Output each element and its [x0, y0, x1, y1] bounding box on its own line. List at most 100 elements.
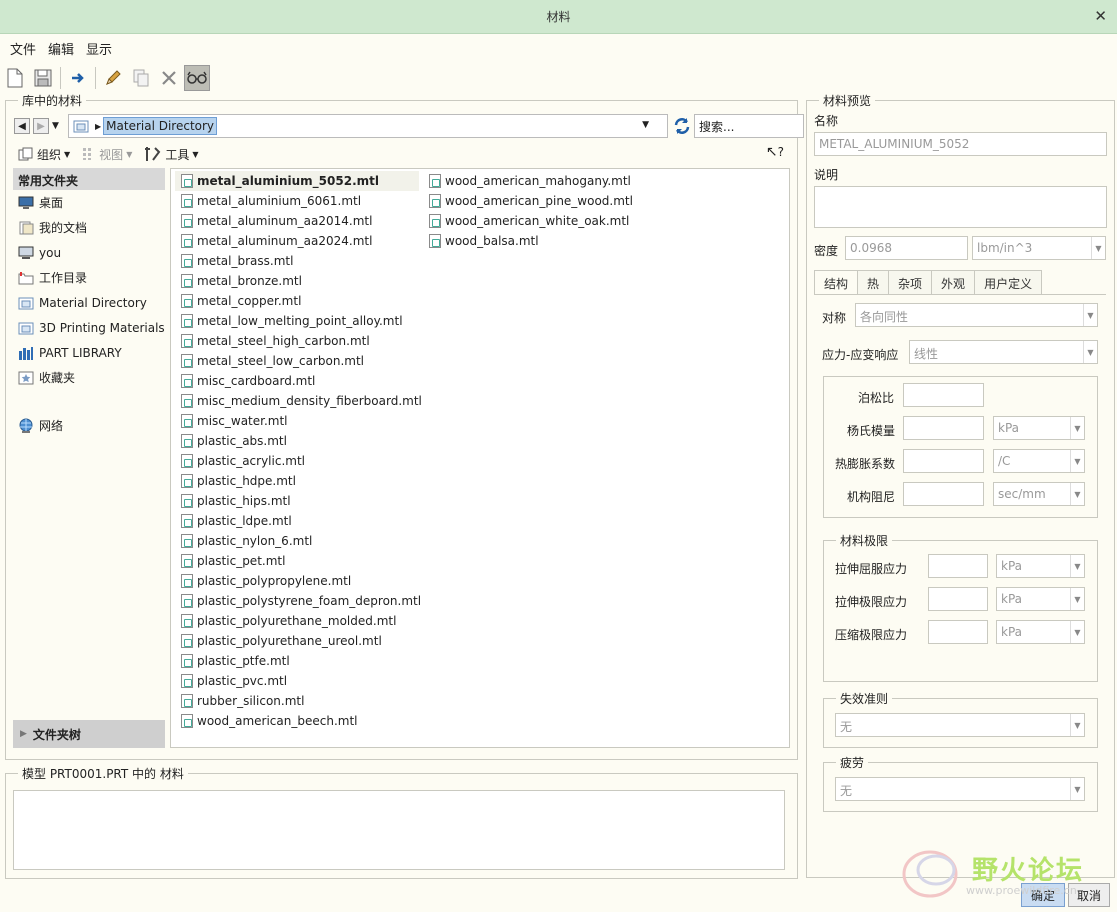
stress-strain-select[interactable]: 线性 ▼ — [909, 340, 1098, 364]
search-input[interactable]: 搜索... — [694, 114, 804, 138]
thermal-unit-select[interactable]: /C ▼ — [993, 449, 1085, 473]
menu-view[interactable]: 显示 — [80, 39, 118, 58]
damping-field[interactable] — [903, 482, 984, 506]
close-icon[interactable]: ✕ — [1094, 7, 1107, 25]
file-item[interactable]: plastic_ptfe.mtl — [175, 651, 419, 671]
file-list[interactable]: metal_aluminium_5052.mtl metal_aluminium_… — [170, 168, 790, 748]
sidebar-item-part-library[interactable]: PART LIBRARY — [13, 340, 165, 365]
edit-pencil-icon[interactable] — [100, 65, 126, 91]
preview-glasses-icon[interactable] — [184, 65, 210, 91]
tab-misc[interactable]: 杂项 — [888, 270, 933, 294]
thermal-expansion-field[interactable] — [903, 449, 984, 473]
delete-icon[interactable] — [156, 65, 182, 91]
tab-appearance[interactable]: 外观 — [931, 270, 976, 294]
file-item[interactable]: wood_american_pine_wood.mtl — [423, 191, 683, 211]
tensile-ultimate-field[interactable] — [928, 587, 988, 611]
file-item[interactable]: plastic_polyurethane_ureol.mtl — [175, 631, 419, 651]
youngs-unit-value: kPa — [998, 421, 1019, 435]
tensile-ultimate-label: 拉伸极限应力 — [835, 595, 908, 609]
address-text[interactable]: Material Directory — [103, 117, 218, 135]
file-item[interactable]: wood_american_mahogany.mtl — [423, 171, 683, 191]
history-dropdown-icon[interactable]: ▼ — [52, 121, 59, 131]
sidebar-item-desktop[interactable]: 桌面 — [13, 190, 165, 215]
file-item[interactable]: metal_aluminium_6061.mtl — [175, 191, 419, 211]
menu-file[interactable]: 文件 — [4, 39, 42, 58]
copy-icon[interactable] — [128, 65, 154, 91]
name-field[interactable]: METAL_ALUMINIUM_5052 — [814, 132, 1107, 156]
youngs-modulus-field[interactable] — [903, 416, 984, 440]
new-file-icon[interactable] — [2, 65, 28, 91]
file-item[interactable]: plastic_polypropylene.mtl — [175, 571, 419, 591]
address-dropdown-icon[interactable]: ▼ — [642, 120, 649, 130]
description-field[interactable] — [814, 186, 1107, 228]
tools-menu[interactable]: 工具 ▼ — [144, 146, 199, 163]
file-item[interactable]: plastic_polystyrene_foam_depron.mtl — [175, 591, 421, 611]
forward-arrow-icon[interactable]: ▶ — [33, 118, 49, 134]
file-item[interactable]: metal_aluminum_aa2024.mtl — [175, 231, 419, 251]
file-item[interactable]: metal_steel_low_carbon.mtl — [175, 351, 419, 371]
file-item[interactable]: metal_copper.mtl — [175, 291, 419, 311]
file-item[interactable]: plastic_polyurethane_molded.mtl — [175, 611, 419, 631]
tab-user-defined[interactable]: 用户定义 — [974, 270, 1043, 294]
sidebar-item-you[interactable]: you — [13, 240, 165, 265]
tensile-ultimate-unit-select[interactable]: kPa ▼ — [996, 587, 1085, 611]
file-item[interactable]: plastic_pet.mtl — [175, 551, 419, 571]
file-item[interactable]: wood_american_white_oak.mtl — [423, 211, 683, 231]
organize-menu[interactable]: 组织 ▼ — [18, 146, 70, 163]
file-item[interactable]: plastic_hips.mtl — [175, 491, 419, 511]
file-item[interactable]: wood_balsa.mtl — [423, 231, 683, 251]
cancel-button[interactable]: 取消 — [1068, 883, 1110, 907]
file-item[interactable]: plastic_pvc.mtl — [175, 671, 419, 691]
compressive-unit-select[interactable]: kPa ▼ — [996, 620, 1085, 644]
folder-icon — [18, 322, 34, 334]
menu-edit[interactable]: 编辑 — [42, 39, 80, 58]
file-item[interactable]: wood_american_beech.mtl — [175, 711, 419, 731]
sidebar-item-documents[interactable]: 我的文档 — [13, 215, 165, 240]
symmetry-select[interactable]: 各向同性 ▼ — [855, 303, 1098, 327]
damping-unit-select[interactable]: sec/mm ▼ — [993, 482, 1085, 506]
file-name: metal_brass.mtl — [197, 254, 294, 268]
folder-tree-toggle[interactable]: ▶ 文件夹树 — [13, 720, 165, 748]
failure-criterion-select[interactable]: 无 ▼ — [835, 713, 1085, 737]
poisson-field[interactable] — [903, 383, 984, 407]
file-item[interactable]: plastic_acrylic.mtl — [175, 451, 419, 471]
density-unit-select[interactable]: lbm/in^3 ▼ — [972, 236, 1106, 260]
sidebar-item-network[interactable]: 网络 — [13, 413, 165, 438]
sidebar-item-working-dir[interactable]: 工作目录 — [13, 265, 165, 290]
model-materials-list[interactable] — [13, 790, 785, 870]
save-icon[interactable] — [30, 65, 56, 91]
fatigue-select[interactable]: 无 ▼ — [835, 777, 1085, 801]
file-item[interactable]: misc_cardboard.mtl — [175, 371, 419, 391]
tensile-yield-field[interactable] — [928, 554, 988, 578]
file-item[interactable]: metal_low_melting_point_alloy.mtl — [175, 311, 419, 331]
sidebar-item-material-directory[interactable]: Material Directory — [13, 290, 165, 315]
file-item[interactable]: plastic_ldpe.mtl — [175, 511, 419, 531]
file-item[interactable]: metal_bronze.mtl — [175, 271, 419, 291]
compressive-ultimate-field[interactable] — [928, 620, 988, 644]
context-help-icon[interactable]: ↖? — [766, 144, 784, 160]
tensile-yield-unit-select[interactable]: kPa ▼ — [996, 554, 1085, 578]
views-menu[interactable]: 视图 ▼ — [82, 146, 132, 163]
ok-button[interactable]: 确定 — [1021, 883, 1065, 907]
file-item[interactable]: plastic_hdpe.mtl — [175, 471, 419, 491]
back-arrow-icon[interactable]: ◀ — [14, 118, 30, 134]
file-item[interactable]: metal_steel_high_carbon.mtl — [175, 331, 419, 351]
material-file-icon — [181, 574, 193, 588]
assign-arrow-icon[interactable] — [65, 65, 91, 91]
file-item[interactable]: misc_medium_density_fiberboard.mtl — [175, 391, 422, 411]
file-item[interactable]: metal_brass.mtl — [175, 251, 419, 271]
youngs-unit-select[interactable]: kPa ▼ — [993, 416, 1085, 440]
file-item[interactable]: rubber_silicon.mtl — [175, 691, 419, 711]
sidebar-item-3d-printing[interactable]: 3D Printing Materials — [13, 315, 165, 340]
tab-structural[interactable]: 结构 — [814, 270, 859, 294]
file-item[interactable]: metal_aluminum_aa2014.mtl — [175, 211, 419, 231]
tab-thermal[interactable]: 热 — [857, 270, 890, 294]
file-item[interactable]: plastic_abs.mtl — [175, 431, 419, 451]
refresh-icon[interactable] — [672, 116, 692, 136]
file-item[interactable]: plastic_nylon_6.mtl — [175, 531, 419, 551]
density-field[interactable]: 0.0968 — [845, 236, 968, 260]
file-item[interactable]: misc_water.mtl — [175, 411, 419, 431]
file-item[interactable]: metal_aluminium_5052.mtl — [175, 171, 419, 191]
sidebar-item-favorites[interactable]: 收藏夹 — [13, 365, 165, 390]
address-bar[interactable]: ▶ Material Directory ▼ — [68, 114, 668, 138]
